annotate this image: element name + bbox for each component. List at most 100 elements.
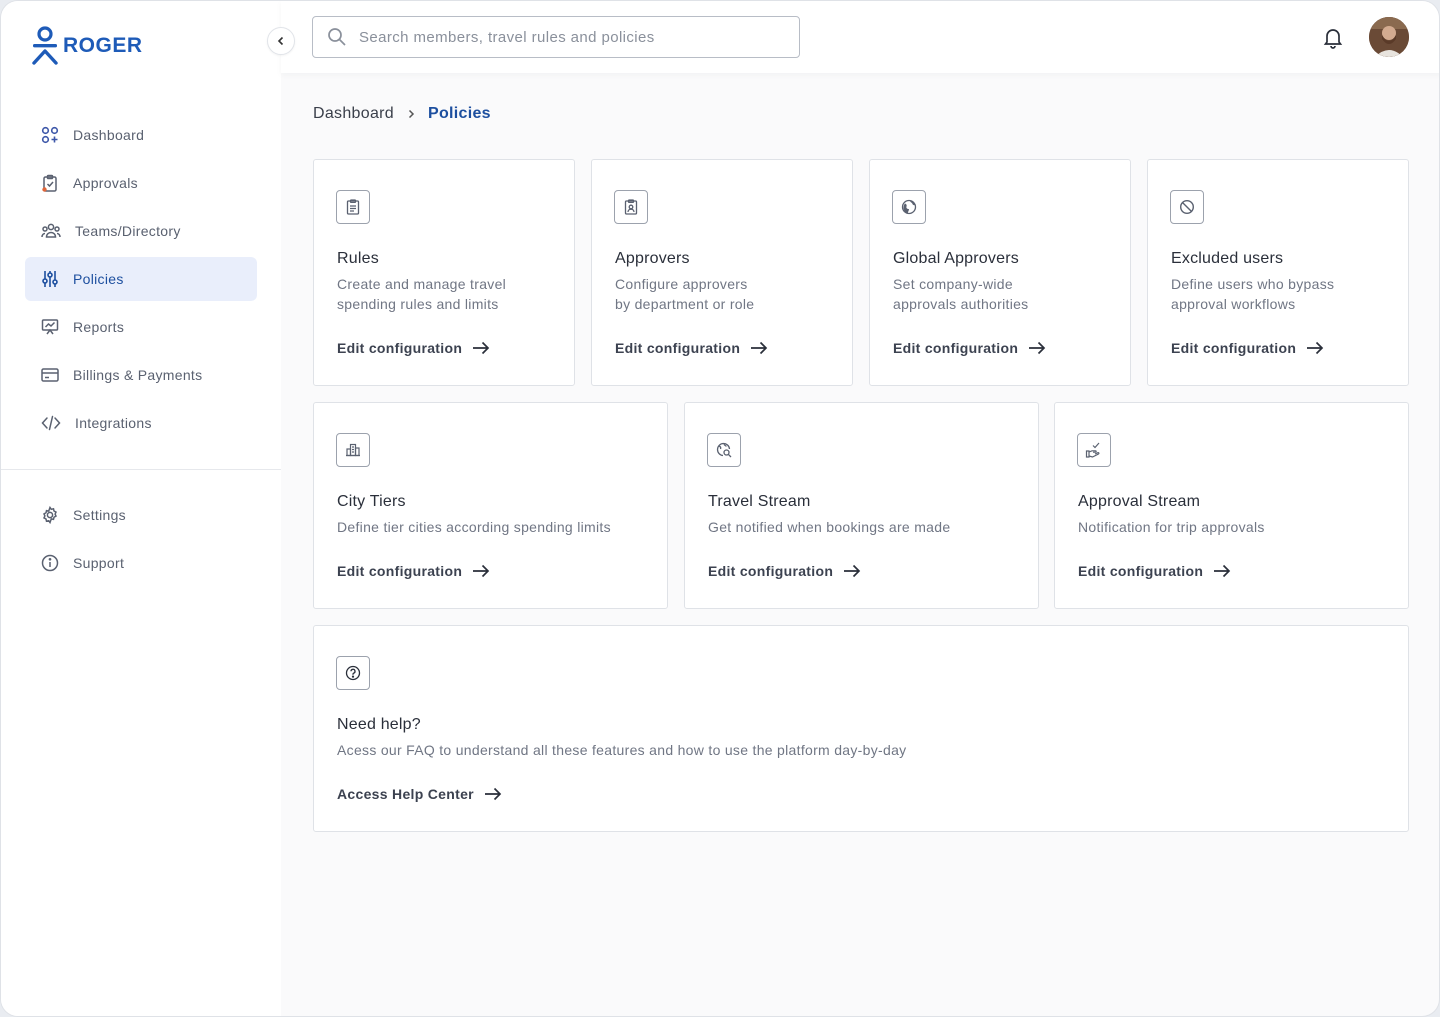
edit-configuration-link[interactable]: Edit configuration bbox=[1171, 340, 1324, 356]
dashboard-icon bbox=[41, 126, 59, 144]
notifications-button[interactable] bbox=[1321, 25, 1345, 54]
globe-search-icon bbox=[716, 442, 732, 458]
card-approvers[interactable]: Approvers Configure approvers by departme… bbox=[591, 159, 853, 386]
sidebar-item-label: Support bbox=[73, 555, 125, 571]
edit-configuration-link[interactable]: Edit configuration bbox=[708, 563, 861, 579]
chevron-left-icon bbox=[277, 36, 284, 46]
team-icon bbox=[41, 223, 61, 238]
sidebar-item-label: Settings bbox=[73, 507, 126, 523]
arrow-right-icon bbox=[473, 564, 490, 578]
card-icon-box bbox=[1077, 433, 1111, 467]
edit-configuration-link[interactable]: Edit configuration bbox=[893, 340, 1046, 356]
card-title: Approval Stream bbox=[1078, 493, 1201, 510]
sidebar-item-reports[interactable]: Reports bbox=[25, 305, 257, 349]
search-icon bbox=[328, 28, 346, 46]
card-title: Approvers bbox=[615, 250, 690, 267]
sidebar-item-support[interactable]: Support bbox=[25, 541, 257, 585]
info-icon bbox=[41, 554, 59, 572]
sidebar-item-label: Approvals bbox=[73, 175, 138, 191]
roger-logo-icon bbox=[32, 26, 58, 65]
card-icon-box bbox=[1170, 190, 1204, 224]
card-description: Get notified when bookings are made bbox=[708, 519, 951, 535]
card-title: Rules bbox=[337, 250, 379, 267]
card-icon-box bbox=[707, 433, 741, 467]
presentation-chart-icon bbox=[41, 319, 59, 335]
card-description: Define users who bypass approval workflow… bbox=[1171, 276, 1335, 312]
card-title: Excluded users bbox=[1171, 250, 1284, 267]
card-excluded-users[interactable]: Excluded users Define users who bypass ap… bbox=[1147, 159, 1409, 386]
card-description: Configure approvers by department or role bbox=[615, 276, 755, 312]
card-approval-stream[interactable]: Approval Stream Notification for trip ap… bbox=[1054, 402, 1409, 609]
card-icon-box bbox=[892, 190, 926, 224]
arrow-right-icon bbox=[844, 564, 861, 578]
breadcrumb-current: Policies bbox=[427, 105, 491, 122]
chevron-right-icon bbox=[408, 109, 415, 119]
card-description: Create and manage travel spending rules a… bbox=[337, 276, 507, 312]
sidebar-item-label: Reports bbox=[73, 319, 125, 335]
sidebar-bottom-nav: Settings Support bbox=[25, 493, 257, 589]
arrow-right-icon bbox=[1307, 341, 1324, 355]
ban-icon bbox=[1179, 199, 1195, 215]
card-city-tiers[interactable]: City Tiers Define tier cities according … bbox=[313, 402, 668, 609]
credit-card-icon bbox=[41, 368, 59, 382]
arrow-right-icon bbox=[1214, 564, 1231, 578]
card-description: Acess our FAQ to understand all these fe… bbox=[337, 742, 907, 758]
arrow-right-icon bbox=[751, 341, 768, 355]
arrow-right-icon bbox=[1029, 341, 1046, 355]
card-title: Global Approvers bbox=[893, 250, 1019, 267]
question-circle-icon bbox=[345, 665, 361, 681]
card-title: City Tiers bbox=[337, 493, 406, 510]
sidebar-item-label: Policies bbox=[73, 271, 124, 287]
sidebar-divider bbox=[1, 469, 281, 470]
edit-configuration-link[interactable]: Edit configuration bbox=[337, 563, 490, 579]
sidebar-item-label: Dashboard bbox=[73, 127, 145, 143]
edit-configuration-link[interactable]: Edit configuration bbox=[337, 340, 490, 356]
sidebar-item-approvals[interactable]: Approvals bbox=[25, 161, 257, 205]
edit-configuration-link[interactable]: Edit configuration bbox=[1078, 563, 1231, 579]
collapse-sidebar-button[interactable] bbox=[267, 27, 295, 55]
search-input[interactable] bbox=[359, 28, 779, 46]
card-title: Travel Stream bbox=[708, 493, 811, 510]
access-help-center-link[interactable]: Access Help Center bbox=[337, 786, 502, 802]
clipboard-check-icon bbox=[42, 174, 57, 192]
clipboard-list-icon bbox=[346, 199, 360, 215]
card-icon-box bbox=[336, 433, 370, 467]
card-icon-box bbox=[336, 656, 370, 690]
globe-icon bbox=[901, 199, 917, 215]
sidebar-item-dashboard[interactable]: Dashboard bbox=[25, 113, 257, 157]
card-need-help: Need help? Acess our FAQ to understand a… bbox=[313, 625, 1409, 832]
sidebar-main-nav: Dashboard Approvals Teams/Directory Poli… bbox=[25, 113, 257, 449]
sidebar-item-label: Billings & Payments bbox=[73, 367, 203, 383]
card-rules[interactable]: Rules Create and manage travel spending r… bbox=[313, 159, 575, 386]
sidebar-item-settings[interactable]: Settings bbox=[25, 493, 257, 537]
card-title: Need help? bbox=[337, 716, 421, 733]
edit-configuration-link[interactable]: Edit configuration bbox=[615, 340, 768, 356]
code-icon bbox=[41, 415, 61, 431]
card-description: Notification for trip approvals bbox=[1078, 519, 1265, 535]
sliders-icon bbox=[42, 271, 58, 287]
card-icon-box bbox=[614, 190, 648, 224]
gear-icon bbox=[43, 506, 57, 524]
card-icon-box bbox=[336, 190, 370, 224]
sidebar-item-billings[interactable]: Billings & Payments bbox=[25, 353, 257, 397]
logo[interactable]: ROGER bbox=[31, 25, 143, 67]
card-travel-stream[interactable]: Travel Stream Get notified when bookings… bbox=[684, 402, 1039, 609]
city-buildings-icon bbox=[346, 443, 360, 457]
bell-icon bbox=[1323, 29, 1343, 49]
card-description: Set company-wide approvals authorities bbox=[893, 276, 1029, 312]
hand-check-icon bbox=[1085, 442, 1100, 458]
sidebar-item-teams[interactable]: Teams/Directory bbox=[25, 209, 257, 253]
sidebar-item-integrations[interactable]: Integrations bbox=[25, 401, 257, 445]
sidebar: ROGER Dashboard Approvals Teams/Director… bbox=[1, 1, 281, 1016]
logo-text: ROGER bbox=[63, 34, 143, 57]
arrow-right-icon bbox=[484, 787, 502, 801]
breadcrumb-home-link[interactable]: Dashboard bbox=[313, 105, 394, 123]
card-global-approvers[interactable]: Global Approvers Set company-wide approva… bbox=[869, 159, 1131, 386]
id-badge-icon bbox=[624, 199, 638, 215]
arrow-right-icon bbox=[473, 341, 490, 355]
top-header bbox=[281, 1, 1439, 73]
user-avatar-icon bbox=[1369, 17, 1409, 57]
sidebar-item-label: Teams/Directory bbox=[75, 223, 181, 239]
avatar[interactable] bbox=[1369, 17, 1409, 57]
sidebar-item-policies[interactable]: Policies bbox=[25, 257, 257, 301]
